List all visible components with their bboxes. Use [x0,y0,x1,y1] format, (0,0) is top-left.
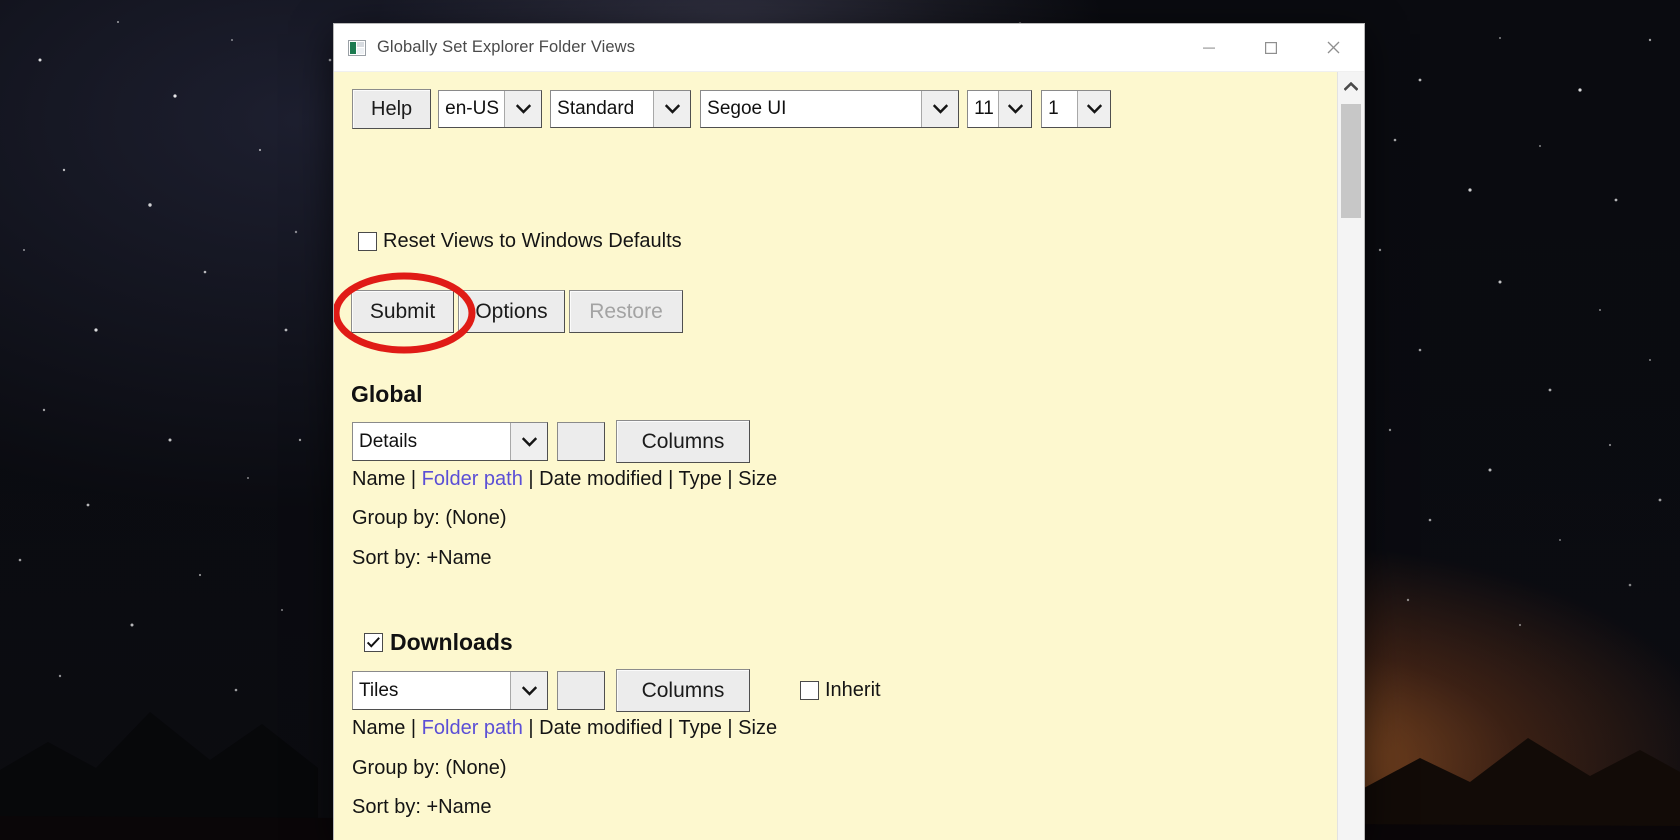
close-icon [1327,41,1339,54]
global-columns-button[interactable]: Columns [616,420,750,463]
global-columns-line: Name | Folder path | Date modified | Typ… [352,468,777,491]
downloads-view-mode-select[interactable]: Tiles [352,671,548,710]
language-select[interactable]: en-US [438,90,543,128]
restore-button-label: Restore [589,299,663,323]
chevron-down-icon [653,91,691,127]
help-button-label: Help [371,97,413,120]
reset-views-checkbox[interactable]: Reset Views to Windows Defaults [358,230,682,253]
section-global: Global [351,381,423,408]
downloads-columns-prefix: Name | [352,717,422,739]
scale-select-value: 1 [1048,98,1059,119]
close-button[interactable] [1302,25,1364,71]
global-columns-label: Columns [641,429,725,453]
submit-button[interactable]: Submit [351,290,454,333]
chevron-up-icon [1344,81,1358,91]
scrollbar-track[interactable] [1338,100,1364,840]
chevron-down-icon [1077,91,1111,127]
options-button[interactable]: Options [458,290,565,333]
downloads-columns-button[interactable]: Columns [616,669,750,712]
font-family-select-value: Segoe UI [707,98,787,119]
maximize-icon [1264,41,1278,54]
section-downloads-checkbox [364,633,383,652]
downloads-group-by: Group by: (None) [352,757,507,779]
global-group-by: Group by: (None) [352,507,507,529]
downloads-columns-line: Name | Folder path | Date modified | Typ… [352,717,777,740]
app-window-icon [348,39,366,56]
scrollbar-thumb[interactable] [1341,104,1361,218]
global-view-mode-value: Details [359,430,418,452]
global-folder-path-link[interactable]: Folder path [422,468,523,490]
global-size-box[interactable] [557,422,605,461]
action-button-row: Submit Options Restore [351,290,683,333]
chevron-down-icon [998,91,1032,127]
help-button[interactable]: Help [352,89,432,129]
downloads-columns-suffix: | Date modified | Type | Size [522,717,778,739]
options-button-label: Options [475,299,548,323]
chevron-down-icon [504,91,542,127]
downloads-inherit-label: Inherit [825,679,881,701]
scroll-up-button[interactable] [1338,72,1364,100]
font-size-select[interactable]: 11 [967,90,1033,128]
window-titlebar[interactable]: Globally Set Explorer Folder Views [334,24,1364,72]
scale-select[interactable]: 1 [1041,90,1112,128]
section-downloads-header[interactable]: Downloads [364,629,513,656]
minimize-icon [1203,47,1215,49]
chevron-down-icon [921,91,959,127]
vertical-scrollbar[interactable] [1337,72,1364,840]
restore-button[interactable]: Restore [569,290,683,333]
chevron-down-icon [510,423,547,460]
section-downloads-heading: Downloads [390,629,513,655]
profile-select-value: Standard [557,98,635,119]
font-family-select[interactable]: Segoe UI [700,90,960,128]
section-global-controls: Details Columns [352,420,750,463]
downloads-inherit-checkbox[interactable]: Inherit [800,679,881,702]
global-sort-by: Sort by: +Name [352,547,492,569]
reset-views-checkbox-box [358,232,377,251]
global-view-mode-select[interactable]: Details [352,422,548,461]
toolbar: Help en-US Standard Segoe UI 11 1 [352,89,1112,129]
profile-select[interactable]: Standard [550,90,692,128]
global-columns-prefix: Name | [352,468,422,490]
section-global-heading: Global [351,381,423,407]
maximize-button[interactable] [1240,25,1302,71]
window-title: Globally Set Explorer Folder Views [377,38,636,56]
submit-button-label: Submit [369,299,436,323]
minimize-button[interactable] [1178,25,1240,71]
downloads-size-box[interactable] [557,671,605,710]
downloads-view-mode-value: Tiles [359,679,399,701]
downloads-sort-by: Sort by: +Name [352,796,492,818]
downloads-folder-path-link[interactable]: Folder path [422,717,523,739]
language-select-value: en-US [445,98,499,119]
font-size-select-value: 11 [974,98,994,119]
check-icon [366,637,380,648]
global-columns-suffix: | Date modified | Type | Size [522,468,778,490]
reset-views-checkbox-label: Reset Views to Windows Defaults [383,230,682,252]
section-downloads-controls: Tiles Columns Inherit [352,669,881,712]
downloads-inherit-checkbox-box [800,681,819,700]
dialog-content: Help en-US Standard Segoe UI 11 1 Reset … [334,72,1337,840]
window-client-area: Help en-US Standard Segoe UI 11 1 Reset … [334,72,1364,840]
app-window: Globally Set Explorer Folder Views Help [334,24,1364,840]
chevron-down-icon [510,672,547,709]
downloads-columns-label: Columns [641,678,725,702]
